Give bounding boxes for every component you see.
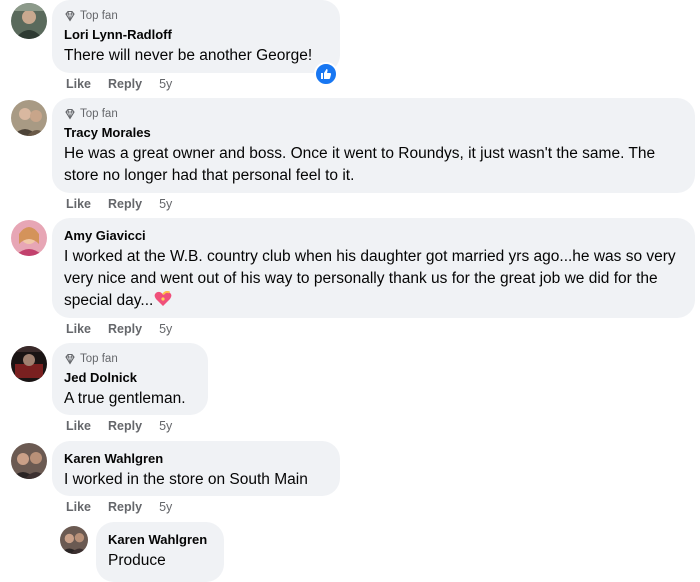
timestamp[interactable]: 5y	[159, 77, 172, 91]
diamond-icon	[65, 353, 75, 365]
top-fan-badge: Top fan	[64, 106, 683, 122]
diamond-icon	[65, 108, 75, 120]
comment-author[interactable]: Amy Giavicci	[64, 228, 683, 244]
comment-bubble: Top fan Jed Dolnick A true gentleman.	[52, 343, 208, 415]
timestamp[interactable]: 5y	[159, 500, 172, 514]
comment-actions: Like Reply 5y	[66, 322, 172, 336]
comment-actions: Like Reply 5y	[66, 419, 172, 433]
comment-text: A true gentleman.	[64, 390, 186, 407]
reply-button[interactable]: Reply	[108, 322, 142, 336]
comment-author[interactable]: Jed Dolnick	[64, 370, 196, 386]
reply-button[interactable]: Reply	[108, 500, 142, 514]
timestamp[interactable]: 5y	[159, 419, 172, 433]
like-button[interactable]: Like	[66, 197, 91, 211]
comment-bubble: Amy Giavicci I worked at the W.B. countr…	[52, 218, 695, 318]
top-fan-badge: Top fan	[64, 8, 328, 24]
like-button[interactable]: Like	[66, 77, 91, 91]
avatar[interactable]	[11, 100, 47, 136]
comment-author[interactable]: Karen Wahlgren	[64, 451, 328, 467]
comment-actions: Like Reply 5y	[66, 77, 172, 91]
comment-actions: Like Reply 5y	[66, 500, 172, 514]
badge-label: Top fan	[80, 108, 118, 120]
comment-author[interactable]: Karen Wahlgren	[108, 532, 212, 548]
comment-text: I worked at the W.B. country club when h…	[64, 246, 683, 312]
comment-bubble: Top fan Tracy Morales He was a great own…	[52, 98, 695, 193]
avatar[interactable]	[11, 443, 47, 479]
badge-label: Top fan	[80, 353, 118, 365]
timestamp[interactable]: 5y	[159, 197, 172, 211]
heart-emoji-icon	[154, 291, 172, 306]
comment-bubble: Top fan Lori Lynn-Radloff There will nev…	[52, 0, 340, 73]
badge-label: Top fan	[80, 10, 118, 22]
like-button[interactable]: Like	[66, 322, 91, 336]
like-button[interactable]: Like	[66, 419, 91, 433]
comment-author[interactable]: Tracy Morales	[64, 125, 683, 141]
avatar[interactable]	[11, 346, 47, 382]
reply-button[interactable]: Reply	[108, 419, 142, 433]
avatar[interactable]	[11, 3, 47, 39]
diamond-icon	[65, 10, 75, 22]
comment-text: He was a great owner and boss. Once it w…	[64, 145, 656, 184]
avatar[interactable]	[60, 526, 88, 554]
like-button[interactable]: Like	[66, 500, 91, 514]
top-fan-badge: Top fan	[64, 351, 196, 367]
timestamp[interactable]: 5y	[159, 322, 172, 336]
reply-button[interactable]: Reply	[108, 197, 142, 211]
like-reaction-icon[interactable]	[314, 62, 338, 86]
comment-bubble: Karen Wahlgren Produce	[96, 522, 224, 582]
comment-text: There will never be another George!	[64, 47, 313, 64]
comment-actions: Like Reply 5y	[66, 197, 172, 211]
comment-author[interactable]: Lori Lynn-Radloff	[64, 27, 328, 43]
comment-bubble: Karen Wahlgren I worked in the store on …	[52, 441, 340, 496]
comment-text: I worked in the store on South Main	[64, 471, 308, 488]
avatar[interactable]	[11, 220, 47, 256]
reply-button[interactable]: Reply	[108, 77, 142, 91]
